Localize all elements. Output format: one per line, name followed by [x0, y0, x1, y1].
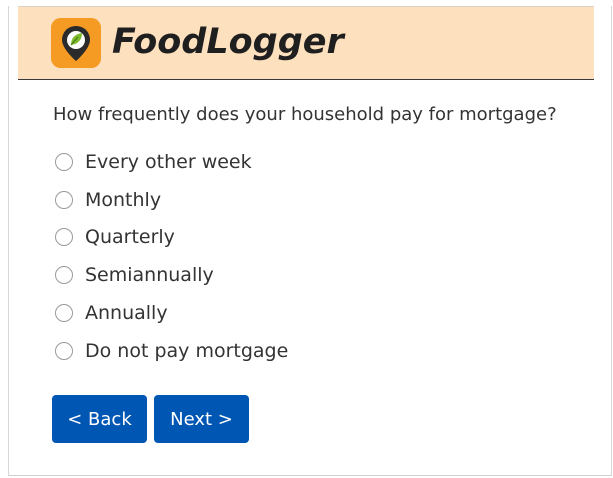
- option-do-not-pay-mortgage[interactable]: Do not pay mortgage: [53, 332, 288, 370]
- radio-button[interactable]: [55, 228, 73, 247]
- option-semiannually[interactable]: Semiannually: [53, 256, 288, 294]
- option-every-other-week[interactable]: Every other week: [53, 143, 288, 181]
- app-header: FoodLogger: [18, 6, 594, 80]
- leaf-map-pin-icon: [51, 18, 101, 68]
- question-text: How frequently does your household pay f…: [53, 104, 557, 125]
- radio-button[interactable]: [55, 266, 73, 285]
- option-quarterly[interactable]: Quarterly: [53, 219, 288, 257]
- option-label: Semiannually: [85, 264, 214, 287]
- radio-button[interactable]: [55, 341, 73, 360]
- option-label: Every other week: [85, 150, 252, 173]
- option-annually[interactable]: Annually: [53, 294, 288, 332]
- answer-options: Every other week Monthly Quarterly Semia…: [53, 143, 288, 370]
- app-title: FoodLogger: [112, 22, 344, 62]
- next-button[interactable]: Next >: [154, 395, 249, 443]
- back-button[interactable]: < Back: [52, 395, 147, 443]
- option-monthly[interactable]: Monthly: [53, 181, 288, 219]
- radio-button[interactable]: [55, 190, 73, 209]
- radio-button[interactable]: [55, 304, 73, 323]
- option-label: Monthly: [85, 188, 162, 211]
- option-label: Annually: [85, 302, 168, 325]
- radio-button[interactable]: [55, 152, 73, 171]
- option-label: Quarterly: [85, 226, 175, 249]
- option-label: Do not pay mortgage: [85, 339, 289, 362]
